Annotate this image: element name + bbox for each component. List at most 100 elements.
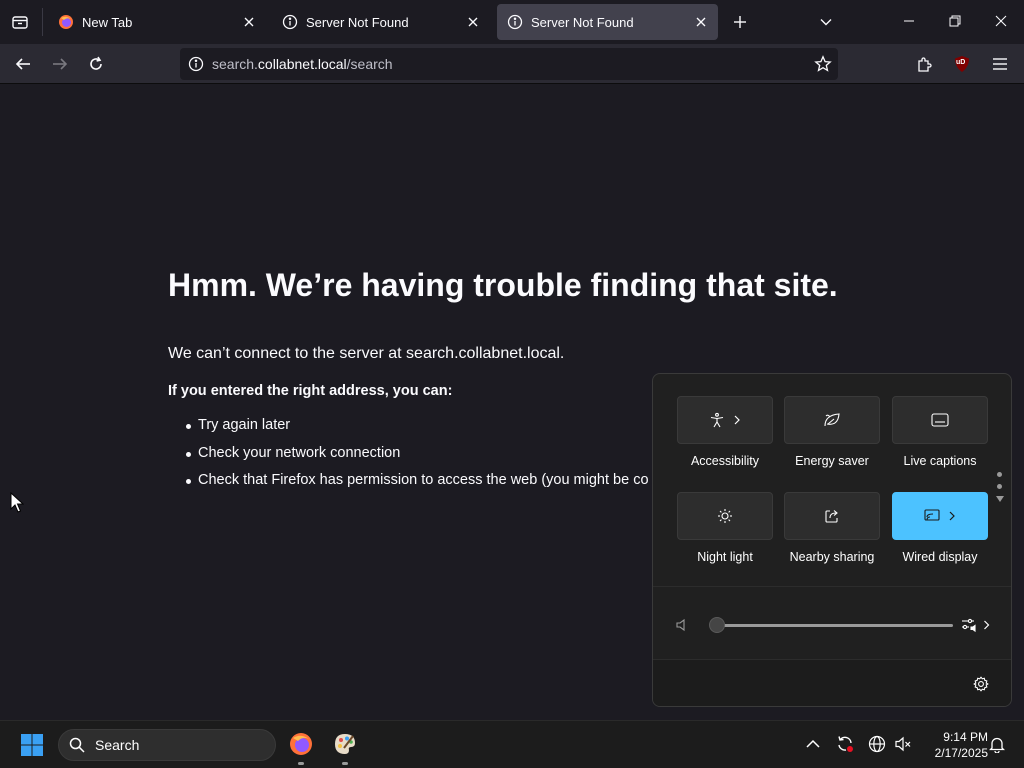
tile-label: Nearby sharing	[789, 550, 875, 564]
taskbar-firefox[interactable]	[284, 727, 318, 761]
start-button[interactable]	[16, 729, 48, 761]
tile-label: Accessibility	[690, 454, 760, 468]
minimize-button[interactable]	[894, 6, 924, 36]
plus-icon	[734, 16, 746, 28]
gear-icon	[973, 676, 989, 692]
error-title: Hmm. We’re having trouble finding that s…	[168, 267, 838, 303]
page-dot	[997, 484, 1002, 489]
arrow-left-icon	[15, 58, 30, 70]
quick-settings-footer	[653, 659, 1011, 706]
page-dot	[997, 472, 1002, 477]
error-subheading: If you entered the right address, you ca…	[168, 383, 453, 399]
url-host: collabnet.local	[257, 56, 347, 72]
site-info-icon[interactable]	[188, 56, 204, 72]
url-text: search.collabnet.local/search	[212, 56, 393, 72]
close-window-button[interactable]	[986, 6, 1016, 36]
share-icon	[825, 510, 838, 523]
settings-button[interactable]	[969, 672, 993, 696]
taskbar-search-box[interactable]: Search	[58, 729, 276, 761]
taskbar-clock[interactable]: 9:14 PM 2/17/2025	[918, 729, 988, 761]
brightness-icon	[718, 509, 732, 523]
restore-icon	[949, 15, 961, 27]
url-prefix: search.	[212, 56, 258, 72]
audio-output-button[interactable]	[961, 615, 995, 635]
audio-mixer-icon	[962, 618, 976, 633]
address-bar[interactable]: search.collabnet.local/search	[180, 48, 838, 80]
network-status-button[interactable]	[864, 731, 890, 757]
tab-server-not-found-2[interactable]: Server Not Found	[497, 4, 718, 40]
tab-strip: New Tab Server Not Found Server Not Foun…	[0, 0, 1024, 44]
ublock-origin-button[interactable]: uD	[947, 49, 977, 79]
notifications-button[interactable]	[984, 731, 1010, 757]
accessibility-tile[interactable]	[677, 396, 773, 444]
speaker-muted-icon[interactable]	[675, 618, 689, 632]
quick-settings-flyout: Accessibility Energy saver Live captions…	[652, 373, 1012, 707]
volume-slider-thumb[interactable]	[709, 617, 725, 633]
tile-label: Live captions	[903, 454, 977, 468]
chevron-right-icon	[984, 620, 990, 630]
tab-new-tab[interactable]: New Tab	[48, 4, 266, 40]
nearby-sharing-tile[interactable]	[784, 492, 880, 540]
captions-icon	[931, 413, 949, 427]
running-indicator	[342, 762, 348, 765]
reload-icon	[90, 56, 102, 70]
navigation-toolbar: search.collabnet.local/search uD	[0, 44, 1024, 84]
reload-button[interactable]	[81, 49, 111, 79]
clock-date: 2/17/2025	[934, 746, 988, 760]
close-tab-icon[interactable]	[240, 13, 258, 31]
list-item: Try again later	[186, 417, 649, 445]
error-suggestions-list: Try again later Check your network conne…	[186, 417, 649, 500]
firefox-icon	[58, 14, 74, 30]
tab-divider	[42, 8, 43, 36]
restore-button[interactable]	[940, 6, 970, 36]
bell-icon	[989, 737, 1005, 753]
live-captions-tile[interactable]	[892, 396, 988, 444]
url-path: /search	[346, 56, 393, 72]
list-all-tabs-button[interactable]	[812, 8, 840, 36]
tab-label: Server Not Found	[531, 14, 634, 30]
night-light-tile[interactable]	[677, 492, 773, 540]
chevron-right-icon	[734, 415, 740, 425]
info-icon	[282, 14, 298, 30]
puzzle-icon	[917, 56, 932, 72]
tile-label: Night light	[697, 550, 753, 564]
speaker-mute-icon	[895, 736, 911, 752]
chevron-up-icon	[806, 739, 820, 748]
tab-manager-button[interactable]	[6, 8, 34, 36]
accessibility-icon	[710, 412, 724, 428]
close-tab-icon[interactable]	[464, 13, 482, 31]
tab-label: New Tab	[82, 14, 133, 30]
chevron-down-icon	[820, 19, 832, 26]
chevron-right-icon	[949, 511, 955, 521]
error-description: We can’t connect to the server at search…	[168, 345, 565, 362]
volume-status-button[interactable]	[890, 731, 916, 757]
extensions-button[interactable]	[909, 49, 939, 79]
page-indicator[interactable]	[996, 470, 1004, 510]
close-tab-icon[interactable]	[692, 13, 710, 31]
tab-server-not-found-1[interactable]: Server Not Found	[272, 4, 490, 40]
extension-badge: uD	[956, 59, 966, 66]
hamburger-menu-icon	[993, 58, 1007, 70]
close-icon	[995, 15, 1007, 27]
new-tab-button[interactable]	[726, 8, 754, 36]
forward-button[interactable]	[45, 49, 75, 79]
taskbar: Search 9:14 PM 2/17/2025	[0, 720, 1024, 768]
list-item: Check that Firefox has permission to acc…	[186, 472, 649, 500]
tile-label: Wired display	[902, 550, 978, 564]
list-item: Check your network connection	[186, 445, 649, 473]
bookmark-star-icon[interactable]	[814, 55, 832, 73]
energy-saver-tile[interactable]	[784, 396, 880, 444]
wired-display-tile[interactable]	[892, 492, 988, 540]
show-hidden-icons-button[interactable]	[800, 731, 826, 757]
volume-slider[interactable]	[709, 617, 953, 633]
info-icon	[507, 14, 523, 30]
app-menu-button[interactable]	[985, 49, 1015, 79]
sync-icon	[838, 736, 853, 752]
firefox-icon	[290, 733, 312, 755]
arrow-right-icon	[53, 58, 68, 70]
back-button[interactable]	[8, 49, 38, 79]
running-indicator	[298, 762, 304, 765]
sync-status-button[interactable]	[832, 731, 858, 757]
tile-label: Energy saver	[795, 454, 869, 468]
taskbar-paint-app[interactable]	[328, 727, 362, 761]
